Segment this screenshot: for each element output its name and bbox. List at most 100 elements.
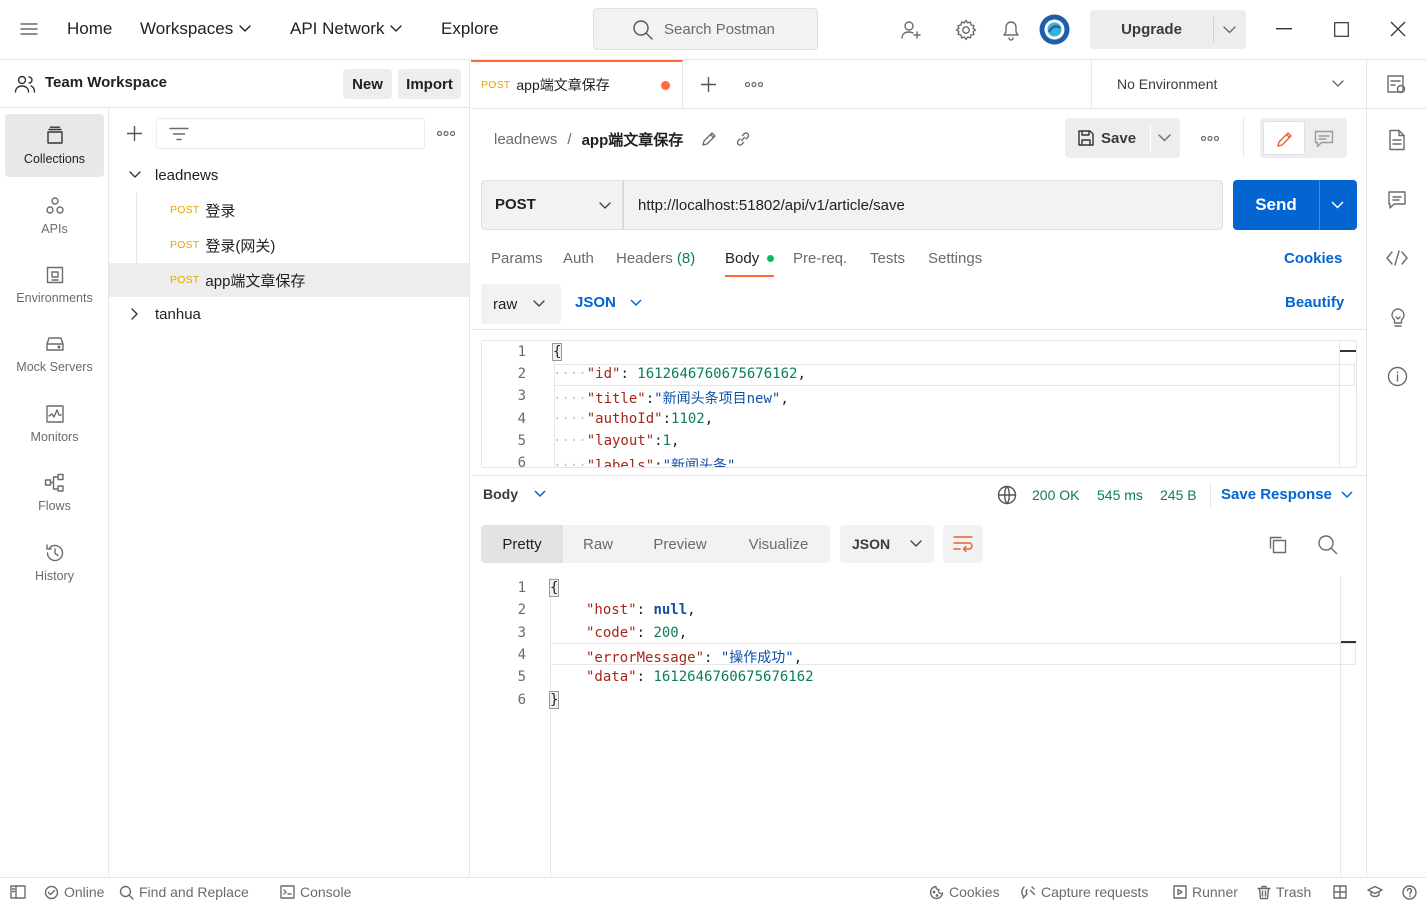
tab-label: Visualize xyxy=(748,535,809,553)
tab-pretty[interactable]: Pretty xyxy=(481,525,563,563)
tab-settings[interactable]: Settings xyxy=(928,250,982,267)
help-icon[interactable] xyxy=(1402,885,1417,900)
tab-more-icon[interactable] xyxy=(745,82,763,87)
new-tab-icon[interactable] xyxy=(700,76,717,93)
code-token: "labels" xyxy=(586,458,655,468)
nav-home[interactable]: Home xyxy=(67,19,112,39)
close-window-icon[interactable] xyxy=(1390,21,1406,37)
menu-icon[interactable] xyxy=(20,22,38,36)
save-dropdown-chevron-icon[interactable] xyxy=(1158,134,1171,142)
info-icon[interactable] xyxy=(1387,366,1408,387)
tab-auth[interactable]: Auth xyxy=(563,250,594,267)
edit-name-icon[interactable] xyxy=(701,131,717,147)
code-line-5: "data": 1612646760675676162 xyxy=(586,669,814,685)
minimize-window-icon[interactable] xyxy=(1276,28,1292,30)
new-button[interactable]: New xyxy=(343,69,392,99)
online-status[interactable]: Online xyxy=(44,884,104,900)
toggle-sidebar-icon[interactable] xyxy=(10,885,26,899)
tab-headers[interactable]: Headers (8) xyxy=(616,250,695,267)
link-icon[interactable] xyxy=(735,131,751,147)
code-snippet-icon[interactable] xyxy=(1386,250,1408,266)
lightbulb-icon[interactable] xyxy=(1388,307,1408,329)
tab-raw[interactable]: Raw xyxy=(563,525,633,563)
sidebar-item-flows[interactable]: Flows xyxy=(5,461,104,524)
add-collection-icon[interactable] xyxy=(126,125,143,142)
tab-preview[interactable]: Preview xyxy=(633,525,727,563)
beautify-button[interactable]: Beautify xyxy=(1285,294,1344,311)
upgrade-dropdown-chevron-icon[interactable] xyxy=(1223,26,1236,34)
sidebar-item-mock-servers[interactable]: Mock Servers xyxy=(5,322,104,385)
response-size[interactable]: 245 B xyxy=(1160,487,1197,503)
request-body-editor[interactable]: 1 2 3 4 5 6 { ····"id": 1612646760675676… xyxy=(481,340,1357,468)
code-line-1: { xyxy=(551,343,563,361)
request-item[interactable]: POST 登录(网关) xyxy=(109,228,469,262)
save-button[interactable]: Save xyxy=(1065,118,1149,158)
maximize-window-icon[interactable] xyxy=(1334,22,1349,37)
status-code[interactable]: 200 OK xyxy=(1032,487,1079,503)
tab-app-article-save[interactable]: POST app端文章保存 xyxy=(471,60,683,108)
avatar[interactable] xyxy=(1039,14,1070,45)
capture-requests-button[interactable]: Capture requests xyxy=(1021,884,1148,900)
invite-user-icon[interactable] xyxy=(899,18,923,42)
notifications-bell-icon[interactable] xyxy=(1000,18,1022,42)
pane-divider[interactable] xyxy=(471,475,1366,476)
tab-tests[interactable]: Tests xyxy=(870,250,905,267)
cookies-button[interactable]: Cookies xyxy=(929,884,1000,900)
globe-icon[interactable] xyxy=(997,485,1017,505)
wrap-lines-button[interactable] xyxy=(943,525,983,563)
search-response-icon[interactable] xyxy=(1317,534,1338,555)
body-mode-select[interactable]: raw xyxy=(481,284,561,324)
more-options-icon[interactable] xyxy=(437,131,455,136)
request-item-selected[interactable]: POST app端文章保存 xyxy=(109,263,469,297)
comment-mode-icon[interactable] xyxy=(1314,130,1334,148)
runner-button[interactable]: Runner xyxy=(1173,884,1238,900)
sidebar-item-history[interactable]: History xyxy=(5,531,104,594)
send-dropdown-chevron-icon[interactable] xyxy=(1331,201,1344,209)
request-more-icon[interactable] xyxy=(1201,136,1219,141)
tab-body[interactable]: Body xyxy=(725,250,775,277)
url-input[interactable]: http://localhost:51802/api/v1/article/sa… xyxy=(623,180,1223,230)
learning-center-icon[interactable] xyxy=(1367,885,1383,899)
nav-api-network[interactable]: API Network xyxy=(290,19,403,39)
two-pane-view-icon[interactable] xyxy=(1333,885,1347,899)
tab-prereq[interactable]: Pre-req. xyxy=(793,250,847,267)
console-button[interactable]: Console xyxy=(280,884,351,900)
scrollbar-thumb[interactable] xyxy=(1341,641,1356,643)
response-format-select[interactable]: JSON xyxy=(840,525,934,563)
tab-params[interactable]: Params xyxy=(491,250,543,267)
response-time[interactable]: 545 ms xyxy=(1097,487,1143,503)
sidebar-item-monitors[interactable]: Monitors xyxy=(5,392,104,455)
response-section-select[interactable]: Body xyxy=(483,486,546,502)
environment-quick-look-icon[interactable] xyxy=(1386,74,1408,96)
upgrade-button[interactable]: Upgrade xyxy=(1090,10,1213,49)
sidebar-item-collections[interactable]: Collections xyxy=(5,114,104,177)
sidebar-item-apis[interactable]: APIs xyxy=(5,184,104,247)
import-button[interactable]: Import xyxy=(398,69,461,99)
request-item[interactable]: POST 登录 xyxy=(109,193,469,227)
send-button[interactable]: Send xyxy=(1233,180,1319,230)
filter-input[interactable] xyxy=(156,118,425,149)
find-replace-button[interactable]: Find and Replace xyxy=(119,884,249,900)
tab-visualize[interactable]: Visualize xyxy=(727,525,830,563)
scrollbar-thumb[interactable] xyxy=(1340,350,1356,352)
cookies-link[interactable]: Cookies xyxy=(1284,250,1342,267)
edit-mode-button[interactable] xyxy=(1263,121,1305,155)
breadcrumb-collection[interactable]: leadnews xyxy=(494,131,557,148)
trash-button[interactable]: Trash xyxy=(1257,884,1311,900)
copy-icon[interactable] xyxy=(1268,535,1288,555)
method-select[interactable]: POST xyxy=(481,180,623,230)
nav-explore[interactable]: Explore xyxy=(441,19,499,39)
settings-gear-icon[interactable] xyxy=(954,18,978,42)
search-input[interactable]: Search Postman xyxy=(593,8,818,50)
save-response-button[interactable]: Save Response xyxy=(1221,486,1353,503)
request-tab-bar: POST app端文章保存 No Environment xyxy=(471,60,1426,109)
sidebar-item-environments[interactable]: Environments xyxy=(5,253,104,316)
collection-tanhua[interactable]: tanhua xyxy=(109,297,469,331)
response-body-viewer[interactable]: 1 2 3 4 5 6 { "host": null, "code": 200,… xyxy=(471,577,1366,876)
nav-workspaces[interactable]: Workspaces xyxy=(140,19,251,39)
documentation-icon[interactable] xyxy=(1388,129,1406,151)
collection-leadnews[interactable]: leadnews xyxy=(109,158,469,192)
environment-select[interactable]: No Environment xyxy=(1092,60,1366,108)
body-language-select[interactable]: JSON xyxy=(575,294,642,311)
comments-icon[interactable] xyxy=(1387,190,1407,210)
